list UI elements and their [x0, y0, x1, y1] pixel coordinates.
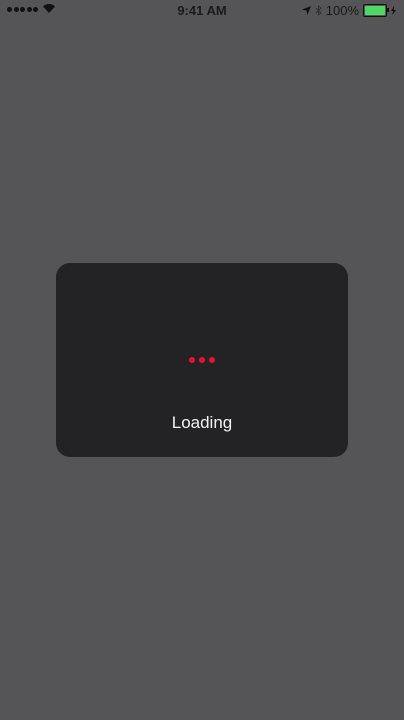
battery-icon: [363, 4, 389, 17]
status-bar: 9:41 AM 100%: [0, 0, 404, 20]
loading-spinner: [56, 357, 348, 363]
loading-dialog: Loading: [56, 263, 348, 457]
charging-icon: [391, 6, 396, 15]
loading-label: Loading: [171, 413, 233, 432]
loading-dot: [189, 357, 195, 363]
loading-dot: [209, 357, 215, 363]
battery-percent: 100%: [325, 3, 359, 18]
location-icon: [301, 6, 311, 15]
loading-dot: [199, 357, 205, 363]
bluetooth-icon: [315, 5, 322, 16]
